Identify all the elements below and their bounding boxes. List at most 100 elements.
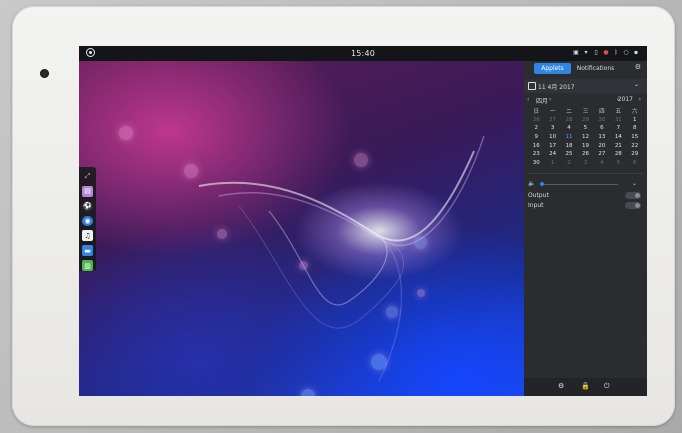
weekday-label: 日 [533, 109, 539, 116]
calendar-day[interactable]: 5 [577, 124, 593, 133]
calendar-day[interactable]: 12 [577, 133, 593, 142]
weekday-label: 四 [599, 109, 605, 116]
calendar-day[interactable]: 23 [528, 150, 544, 159]
calendar-day[interactable]: 29 [577, 116, 593, 125]
volume-control: 🔈 ⌄ [524, 178, 647, 190]
calendar-grid: 日 一 二 三 四 五 六 26 27 28 29 30 31 1 2 3 4 … [528, 107, 643, 167]
clock[interactable]: 15:40 [79, 49, 647, 58]
terminal-icon[interactable]: ▥ [82, 260, 93, 272]
music-icon[interactable]: ♫ [82, 230, 93, 242]
current-date: 11 4月 2017 [538, 84, 575, 91]
calendar-icon [528, 82, 536, 90]
calendar-day[interactable]: 27 [594, 150, 610, 159]
output-label: Output [528, 192, 549, 199]
calendar-day[interactable]: 28 [561, 116, 577, 125]
wallpaper-light-streaks [198, 135, 485, 382]
record-icon[interactable]: ● [603, 49, 609, 56]
calendar-day[interactable]: 26 [528, 116, 544, 125]
input-toggle[interactable] [625, 202, 641, 209]
panel-tabs: Applets Notifications [524, 63, 647, 74]
calendar-day[interactable]: 4 [594, 159, 610, 168]
calendar-day[interactable]: 10 [544, 133, 560, 142]
calendar-day-today[interactable]: 11 [561, 133, 577, 142]
wifi-icon[interactable]: ▾ [583, 49, 589, 56]
files-icon[interactable]: ▤ [82, 185, 93, 197]
calendar-day[interactable]: 30 [528, 159, 544, 168]
power-icon[interactable]: ○ [623, 49, 629, 56]
top-bar: 15:40 ▣ ▾ ▯ ● ᛒ ○ ▪ [79, 46, 647, 61]
calendar-day[interactable]: 30 [594, 116, 610, 125]
front-camera [40, 69, 49, 78]
display-icon[interactable]: ▪ [633, 49, 639, 56]
raven-side-panel: Applets Notifications ⚙ 11 4月 2017 ⌄ ‹ 四… [524, 61, 647, 396]
next-month-icon[interactable]: › [549, 96, 551, 103]
calendar-day[interactable]: 31 [610, 116, 626, 125]
month-navigation: ‹ 四月 › ‹ 2017 › [524, 95, 647, 105]
weekday-label: 六 [632, 109, 638, 116]
divider [528, 173, 643, 174]
bluetooth-icon[interactable]: ᛒ [613, 49, 619, 56]
power-icon[interactable]: ⏻ [604, 382, 610, 391]
browser-icon[interactable]: ◉ [82, 215, 93, 227]
lock-icon[interactable]: 🔒 [581, 382, 590, 390]
calendar-day[interactable]: 26 [577, 150, 593, 159]
next-year-icon[interactable]: › [639, 96, 641, 103]
speaker-icon[interactable]: 🔈 [528, 180, 535, 187]
prev-month-icon[interactable]: ‹ [527, 96, 529, 103]
calendar-day[interactable]: 19 [577, 141, 593, 150]
battery-icon[interactable]: ▯ [593, 49, 599, 56]
screen: 15:40 ▣ ▾ ▯ ● ᛒ ○ ▪ ⤢ ▤ ⚽ ◉ ♫ ▬ ▥ Applet… [79, 46, 647, 396]
tab-notifications[interactable]: Notifications [574, 63, 617, 74]
calendar-day[interactable]: 13 [594, 133, 610, 142]
input-row: Input [528, 201, 643, 211]
calendar-day[interactable]: 3 [544, 124, 560, 133]
calendar-day[interactable]: 2 [561, 159, 577, 168]
calendar-day[interactable]: 14 [610, 133, 626, 142]
calendar-day[interactable]: 3 [577, 159, 593, 168]
calendar-day[interactable]: 18 [561, 141, 577, 150]
calendar-day[interactable]: 7 [610, 124, 626, 133]
input-label: Input [528, 202, 544, 209]
calendar-day[interactable]: 9 [528, 133, 544, 142]
chevron-down-icon[interactable]: ⌄ [634, 81, 639, 88]
gear-icon[interactable]: ⚙ [635, 63, 641, 71]
calendar-day[interactable]: 21 [610, 141, 626, 150]
calendar-day[interactable]: 25 [561, 150, 577, 159]
folder-icon[interactable]: ▬ [82, 245, 93, 257]
calendar-day[interactable]: 16 [528, 141, 544, 150]
panel-bottom-bar: ⚙ 🔒 ⏻ [524, 378, 647, 396]
month-label: 四月 [536, 98, 549, 105]
weekday-label: 三 [582, 109, 589, 116]
calendar-day[interactable]: 8 [627, 124, 643, 133]
calendar-day[interactable]: 27 [544, 116, 560, 125]
output-toggle[interactable] [625, 192, 641, 199]
calendar-day[interactable]: 22 [627, 141, 643, 150]
settings-icon[interactable]: ⚙ [558, 382, 564, 390]
calendar-day[interactable]: 1 [544, 159, 560, 168]
calendar-day[interactable]: 15 [627, 133, 643, 142]
desktop-wallpaper [79, 61, 524, 396]
calendar-day[interactable]: 1 [627, 116, 643, 125]
chevron-down-icon[interactable]: ⌄ [632, 180, 637, 187]
calendar-day[interactable]: 4 [561, 124, 577, 133]
calendar-day[interactable]: 28 [610, 150, 626, 159]
calendar-day[interactable]: 6 [627, 159, 643, 168]
expand-icon[interactable]: ⤢ [82, 171, 93, 182]
weekday-label: 一 [549, 109, 556, 116]
calendar-day[interactable]: 5 [610, 159, 626, 168]
volume-slider-handle[interactable] [540, 182, 544, 186]
media-icon[interactable]: ⚽ [82, 200, 93, 212]
calendar-day[interactable]: 20 [594, 141, 610, 150]
volume-slider[interactable] [540, 184, 618, 185]
camera-icon[interactable]: ▣ [573, 49, 579, 56]
year-label: 2017 [617, 96, 633, 103]
tab-applets[interactable]: Applets [534, 63, 571, 74]
calendar-day[interactable]: 17 [544, 141, 560, 150]
output-row: Output [528, 191, 643, 201]
tablet-bezel: 15:40 ▣ ▾ ▯ ● ᛒ ○ ▪ ⤢ ▤ ⚽ ◉ ♫ ▬ ▥ Applet… [12, 6, 675, 426]
calendar-day[interactable]: 6 [594, 124, 610, 133]
calendar-day[interactable]: 2 [528, 124, 544, 133]
calendar-day[interactable]: 24 [544, 150, 560, 159]
calendar-header[interactable]: 11 4月 2017 ⌄ [524, 79, 647, 93]
calendar-day[interactable]: 29 [627, 150, 643, 159]
